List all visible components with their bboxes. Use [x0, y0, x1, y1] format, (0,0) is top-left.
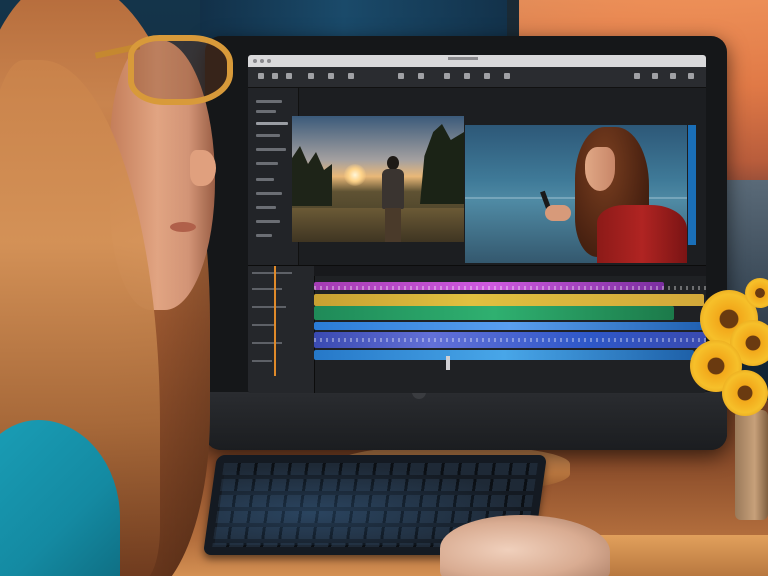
- woman-lips: [170, 222, 196, 232]
- timeline-track-6: [314, 350, 694, 360]
- flower-vase: [735, 410, 768, 520]
- toolbar-tool-icon: [348, 73, 354, 79]
- toolbar-tool-icon: [328, 73, 334, 79]
- track-header-row: [252, 288, 282, 290]
- woman-face: [585, 147, 615, 191]
- toolbar-tool-icon: [464, 73, 470, 79]
- media-list-row: [256, 122, 288, 125]
- media-list-row: [256, 220, 280, 223]
- sun: [344, 164, 366, 186]
- track-header-row: [252, 272, 292, 274]
- media-list-row: [256, 234, 272, 237]
- audio-waveform: [314, 286, 706, 290]
- toolbar-tool-icon: [652, 73, 658, 79]
- sunflower: [745, 278, 768, 308]
- window-title-mark: [448, 57, 478, 60]
- toolbar-tool-icon: [484, 73, 490, 79]
- media-list-row: [256, 192, 282, 195]
- toolbar-tool-icon: [504, 73, 510, 79]
- glasses: [128, 35, 233, 105]
- window-titlebar: [248, 55, 706, 67]
- window-minimize-icon: [260, 59, 264, 63]
- toolbar-tool-icon: [670, 73, 676, 79]
- person-legs: [385, 208, 401, 242]
- track-header-row: [252, 306, 286, 308]
- viewer-side-bar: [688, 125, 696, 245]
- playhead: [274, 266, 276, 376]
- sunflower: [722, 370, 768, 416]
- toolbar-tool-icon: [634, 73, 640, 79]
- red-top: [597, 205, 687, 263]
- woman-hand: [545, 205, 571, 221]
- media-list-row: [256, 206, 276, 209]
- media-list-row: [256, 148, 286, 151]
- person-silhouette: [378, 156, 408, 242]
- timeline-panel: [248, 265, 706, 393]
- toolbar-tool-icon: [308, 73, 314, 79]
- track-header-row: [252, 324, 276, 326]
- toolbar-tool-icon: [444, 73, 450, 79]
- tree-silhouette: [292, 146, 332, 206]
- program-viewer: [465, 125, 687, 263]
- track-header-row: [252, 360, 272, 362]
- toolbar-tool-icon: [258, 73, 264, 79]
- track-header-row: [252, 342, 282, 344]
- toolbar-tool-icon: [418, 73, 424, 79]
- toolbar-tool-icon: [688, 73, 694, 79]
- media-list-row: [256, 162, 278, 165]
- tree-silhouette: [420, 124, 464, 204]
- woman-nose: [190, 150, 216, 186]
- timeline-track-3: [314, 306, 674, 320]
- window-zoom-icon: [267, 59, 271, 63]
- timeline-track-4: [314, 322, 706, 330]
- monitor-screen: [248, 55, 706, 393]
- toolbar-tool-icon: [272, 73, 278, 79]
- toolbar-tool-icon: [286, 73, 292, 79]
- photo-scene: [0, 0, 768, 576]
- timeline-track-2: [314, 294, 704, 306]
- editor-toolbar: [248, 67, 706, 88]
- person-body: [382, 169, 404, 209]
- toolbar-tool-icon: [398, 73, 404, 79]
- media-list-row: [256, 110, 276, 113]
- window-close-icon: [253, 59, 257, 63]
- media-list-row: [256, 100, 282, 103]
- media-list-row: [256, 178, 274, 181]
- timeline-ruler: [314, 266, 706, 276]
- media-list-row: [256, 134, 280, 137]
- person-head: [387, 156, 399, 170]
- source-viewer: [292, 116, 464, 242]
- audio-waveform: [314, 338, 706, 342]
- timeline-cursor: [446, 356, 450, 370]
- monitor-chin: [205, 392, 727, 450]
- track-headers: [248, 266, 315, 393]
